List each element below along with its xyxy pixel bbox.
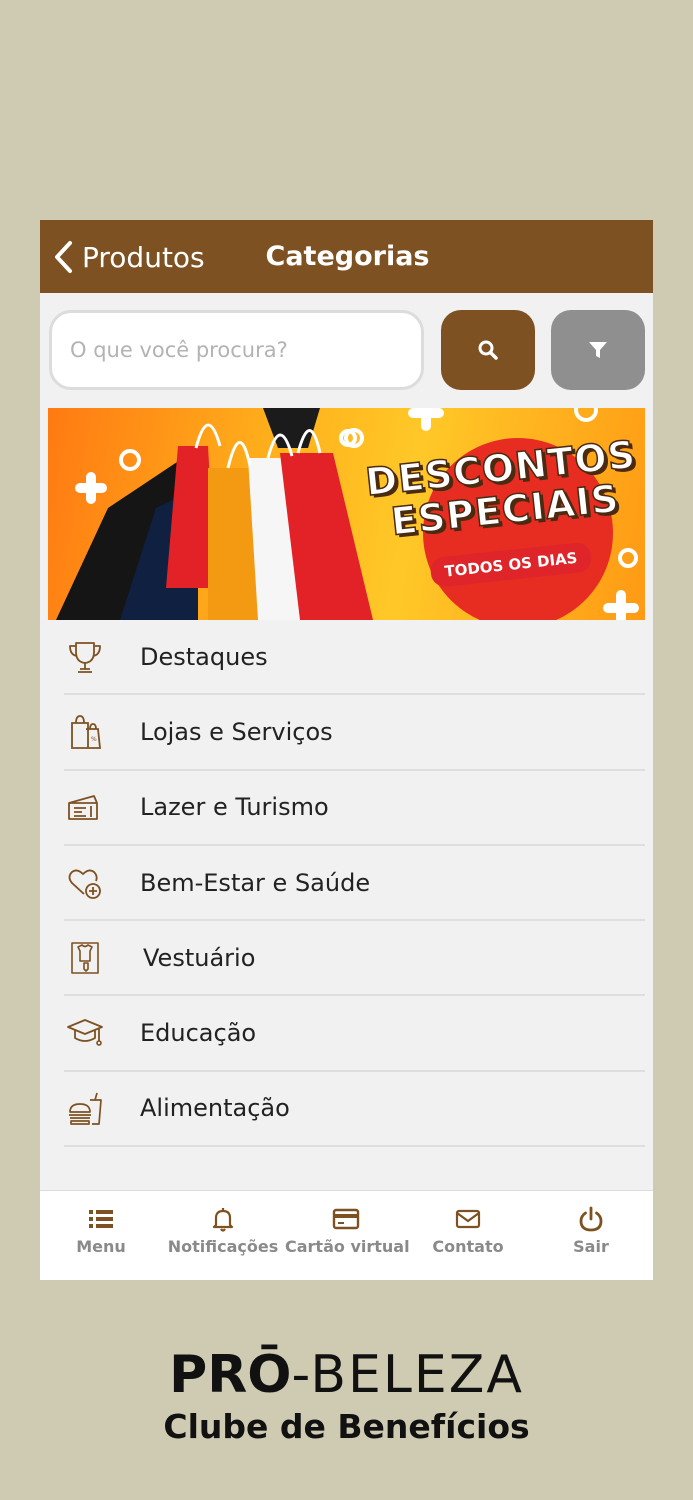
tab-label: Notificações xyxy=(167,1237,279,1256)
category-item-bem-estar[interactable]: Bem-Estar e Saúde xyxy=(64,846,645,922)
filter-icon xyxy=(589,342,607,358)
brand-name-bold: PRŌ xyxy=(169,1345,292,1405)
list-icon xyxy=(89,1210,113,1228)
shopping-bag-icon: % xyxy=(71,715,101,750)
top-bar: Produtos Categorias xyxy=(40,220,653,293)
category-item-educacao[interactable]: Educação xyxy=(64,996,645,1072)
power-icon xyxy=(579,1206,603,1232)
graduation-cap-icon xyxy=(67,1019,103,1047)
tab-notificacoes[interactable]: Notificações xyxy=(162,1205,284,1256)
category-item-lojas[interactable]: % Lojas e Serviços xyxy=(64,695,645,771)
category-label: Destaques xyxy=(140,642,268,671)
food-icon xyxy=(69,1092,102,1125)
search-input[interactable] xyxy=(49,310,424,390)
bell-icon xyxy=(212,1208,234,1232)
brand-name-thin: -BELEZA xyxy=(291,1345,524,1405)
category-label: Educação xyxy=(140,1019,257,1048)
card-icon xyxy=(332,1208,360,1230)
tab-menu[interactable]: Menu xyxy=(40,1205,162,1256)
category-label: Lojas e Serviços xyxy=(140,717,333,746)
tab-label: Contato xyxy=(432,1237,504,1256)
app-screen: Produtos Categorias O que você procura? … xyxy=(40,220,653,1280)
category-item-destaques[interactable]: Destaques xyxy=(64,620,645,696)
page-title: Categorias xyxy=(265,241,430,272)
tab-label: Cartão virtual xyxy=(285,1237,410,1256)
ticket-icon xyxy=(68,794,98,820)
category-item-lazer[interactable]: Lazer e Turismo xyxy=(64,771,645,846)
banner-text: DESCONTOS ESPECIAIS TODOS OS DIAS xyxy=(357,431,645,594)
promo-banner[interactable]: DESCONTOS ESPECIAIS TODOS OS DIAS xyxy=(48,408,645,620)
search-icon xyxy=(478,340,498,360)
brand-tagline: Clube de Benefícios xyxy=(163,1407,530,1446)
heart-plus-icon xyxy=(68,869,101,899)
tab-label: Sair xyxy=(573,1237,609,1256)
bottom-tab-bar: Menu Notificações Cartão virtual Contato… xyxy=(40,1190,653,1280)
filter-button[interactable] xyxy=(551,310,645,390)
category-label: Lazer e Turismo xyxy=(140,793,329,822)
envelope-icon xyxy=(455,1209,481,1229)
tab-cartao-virtual[interactable]: Cartão virtual xyxy=(285,1205,410,1256)
tab-contato[interactable]: Contato xyxy=(407,1205,529,1256)
brand-logo: PRŌ-BELEZA xyxy=(0,1345,693,1405)
category-item-vestuario[interactable]: Vestuário xyxy=(64,921,645,997)
trophy-icon xyxy=(69,642,101,673)
tab-sair[interactable]: Sair xyxy=(530,1205,652,1256)
category-list: Destaques % Lojas e Serviços Lazer e Tur… xyxy=(64,620,645,1148)
svg-text:%: % xyxy=(91,736,97,743)
tab-label: Menu xyxy=(76,1237,126,1256)
category-label: Bem-Estar e Saúde xyxy=(140,868,371,897)
category-item-alimentacao[interactable]: Alimentação xyxy=(64,1072,645,1148)
category-label: Vestuário xyxy=(143,943,256,972)
search-button[interactable] xyxy=(441,310,535,390)
category-label: Alimentação xyxy=(140,1094,290,1123)
shirt-tag-icon xyxy=(71,942,99,974)
